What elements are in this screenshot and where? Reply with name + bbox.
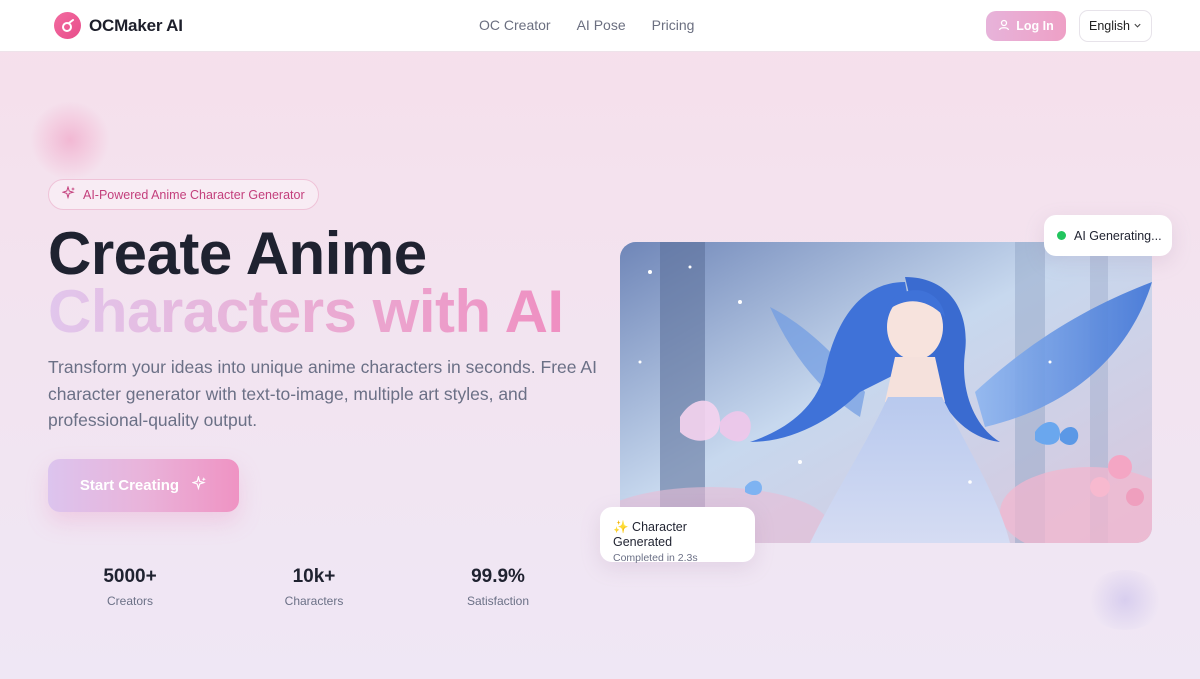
hero-title-line2: Characters with AI — [48, 278, 564, 345]
generating-status-label: AI Generating... — [1074, 228, 1162, 243]
hero-title-line1: Create Anime — [48, 220, 427, 287]
brand-logo[interactable]: OCMaker AI — [54, 12, 183, 39]
brand-name: OCMaker AI — [89, 15, 183, 35]
sparkles-icon — [61, 185, 76, 203]
stat-satisfaction: 99.9% Satisfaction — [428, 566, 568, 608]
login-button[interactable]: Log In — [986, 11, 1066, 41]
login-label: Log In — [1016, 19, 1054, 33]
stat-label: Creators — [106, 594, 153, 608]
nav-link-oc-creator[interactable]: OC Creator — [479, 17, 551, 33]
stat-value: 10k+ — [292, 566, 336, 587]
decorative-blob — [1085, 570, 1165, 630]
generated-subtitle: Completed in 2.3s — [613, 552, 698, 564]
hero-description: Transform your ideas into unique anime c… — [48, 357, 597, 430]
status-dot — [1057, 231, 1066, 240]
decorative-blob — [30, 100, 110, 180]
nav-link-ai-pose[interactable]: AI Pose — [577, 17, 626, 33]
main-nav: OC Creator AI Pose Pricing — [479, 17, 694, 33]
user-icon — [998, 19, 1010, 34]
stat-label: Satisfaction — [466, 594, 530, 608]
nav-link-pricing[interactable]: Pricing — [652, 17, 695, 33]
language-label: English — [1089, 19, 1130, 33]
hero-badge: AI-Powered Anime Character Generator — [48, 179, 319, 210]
top-navbar: OCMaker AI OC Creator AI Pose Pricing Lo… — [0, 0, 1200, 52]
sparkles-icon — [191, 475, 207, 495]
stat-characters: 10k+ Characters — [244, 566, 384, 608]
stat-value: 99.9% — [471, 566, 525, 587]
character-preview-image — [620, 242, 1152, 543]
start-creating-label: Start Creating — [79, 477, 180, 494]
stat-value: 5000+ — [103, 566, 157, 587]
chevron-down-icon — [1133, 19, 1142, 33]
start-creating-button[interactable]: Start Creating — [48, 459, 239, 512]
stat-label: Characters — [284, 594, 344, 608]
generated-title: ✨ Character Generated — [613, 520, 687, 549]
logo-icon — [54, 12, 81, 39]
hero-badge-label: AI-Powered Anime Character Generator — [83, 187, 305, 202]
language-select[interactable]: English — [1079, 10, 1152, 42]
character-generated-card: ✨ Character Generated Completed in 2.3s — [600, 507, 755, 564]
generating-status-card: AI Generating... — [1044, 215, 1172, 256]
stat-creators: 5000+ Creators — [60, 566, 200, 608]
